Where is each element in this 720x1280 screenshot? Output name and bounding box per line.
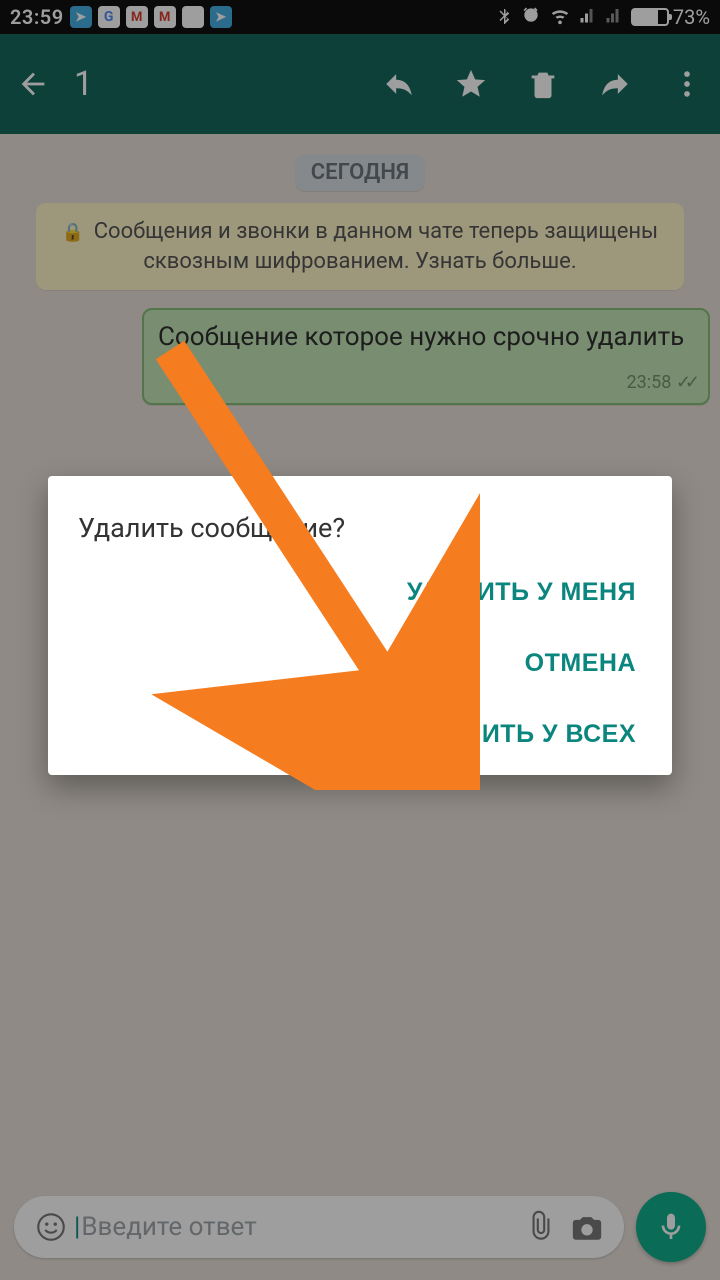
cancel-button[interactable]: ОТМЕНА (525, 649, 636, 678)
delete-dialog: Удалить сообщение? УДАЛИТЬ У МЕНЯ ОТМЕНА… (48, 476, 672, 775)
delete-for-all-button[interactable]: УДАЛИТЬ У ВСЕХ (412, 720, 636, 749)
dialog-title: Удалить сообщение? (78, 512, 642, 544)
delete-for-me-button[interactable]: УДАЛИТЬ У МЕНЯ (407, 578, 636, 607)
